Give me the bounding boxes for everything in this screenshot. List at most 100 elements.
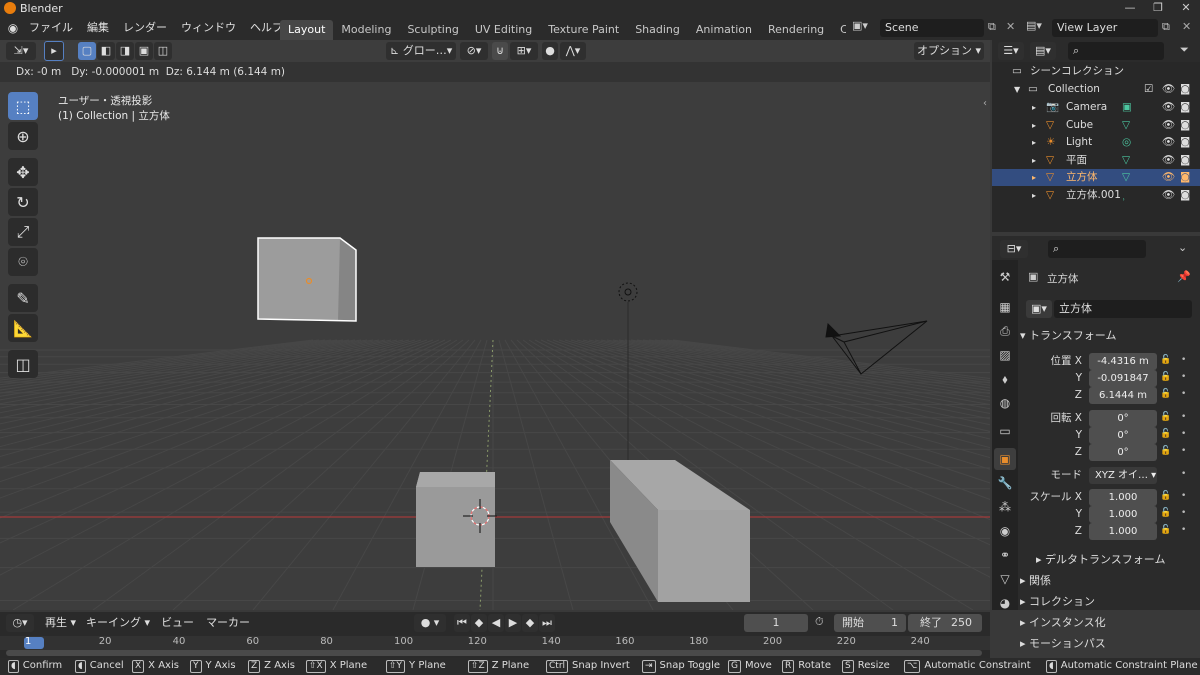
minimize-icon[interactable]: — bbox=[1116, 0, 1144, 16]
transform-panel-header[interactable]: ▾ トランスフォーム bbox=[1020, 327, 1196, 345]
tab-animation[interactable]: Animation bbox=[688, 20, 760, 40]
keyframe-dot-icon[interactable]: • bbox=[1181, 372, 1186, 382]
scene-field[interactable]: Scene bbox=[880, 19, 984, 37]
transform-orientation-dropdown[interactable]: ⊾ グロー…▾ bbox=[386, 42, 456, 60]
particles-tab-icon[interactable]: ⁂ bbox=[994, 496, 1016, 518]
tab-rendering[interactable]: Rendering bbox=[760, 20, 832, 40]
select-tool-icon[interactable]: ⬚ bbox=[8, 92, 38, 120]
object-data-icon[interactable]: ▽ bbox=[1122, 169, 1130, 186]
location-x-field[interactable]: -4.4316 m bbox=[1089, 353, 1157, 370]
world-tab-icon[interactable]: ◍ bbox=[994, 392, 1016, 414]
select-intersect-icon[interactable]: ▣ bbox=[135, 42, 153, 60]
lock-icon[interactable]: 🔓 bbox=[1160, 355, 1171, 365]
render-camera-icon[interactable]: ◙ bbox=[1180, 187, 1190, 204]
close-icon[interactable]: ✕ bbox=[1172, 0, 1200, 16]
outliner-editor-icon[interactable]: ☰▾ bbox=[998, 42, 1024, 60]
playback-menu[interactable]: 再生 ▾ bbox=[40, 612, 81, 634]
tab-sculpting[interactable]: Sculpting bbox=[399, 20, 466, 40]
physics-tab-icon[interactable]: ◉ bbox=[994, 520, 1016, 542]
proportional-edit-icon[interactable]: ● bbox=[542, 42, 558, 60]
cursor-tool-icon[interactable]: ⊕ bbox=[8, 122, 38, 150]
object-data-browse-icon[interactable]: ▣▾ bbox=[1026, 300, 1052, 318]
lock-icon[interactable]: 🔓 bbox=[1160, 412, 1171, 422]
falloff-icon[interactable]: ⋀▾ bbox=[560, 42, 586, 60]
render-camera-icon[interactable]: ◙ bbox=[1180, 99, 1190, 116]
lock-icon[interactable]: 🔓 bbox=[1160, 389, 1171, 399]
sidebar-toggle-icon[interactable]: ‹ bbox=[983, 98, 987, 109]
timeline-editor-icon[interactable]: ◷▾ bbox=[6, 614, 34, 632]
expand-arrow-icon[interactable]: ▸ bbox=[1032, 99, 1036, 116]
remove-scene-icon[interactable]: ✕ bbox=[1006, 20, 1015, 33]
keyframe-dot-icon[interactable]: • bbox=[1181, 389, 1186, 399]
keyframe-dot-icon[interactable]: • bbox=[1181, 525, 1186, 535]
tool-tab-icon[interactable]: ⚒ bbox=[994, 266, 1016, 288]
keyframe-dot-icon[interactable]: • bbox=[1181, 355, 1186, 365]
scene-collection-row[interactable]: ▭ シーンコレクション bbox=[992, 63, 1200, 80]
render-camera-icon[interactable]: ◙ bbox=[1180, 169, 1190, 186]
maximize-icon[interactable]: ❐ bbox=[1144, 0, 1172, 16]
exclude-checkbox-icon[interactable]: ☑ bbox=[1144, 81, 1153, 98]
jump-start-icon[interactable]: ⏮ bbox=[454, 614, 470, 632]
snap-target-icon[interactable]: ⊞▾ bbox=[510, 42, 538, 60]
prev-keyframe-icon[interactable]: ◆ bbox=[471, 614, 487, 632]
tab-shading[interactable]: Shading bbox=[627, 20, 688, 40]
visibility-eye-icon[interactable]: 👁 bbox=[1162, 99, 1175, 116]
scale-tool-icon[interactable]: ⤢ bbox=[8, 218, 38, 246]
editor-type-icon[interactable]: ⇲▾ bbox=[6, 42, 36, 60]
keyframe-dot-icon[interactable]: • bbox=[1181, 469, 1186, 479]
collection-tab-icon[interactable]: ▭ bbox=[994, 420, 1016, 442]
visibility-eye-icon[interactable]: 👁 bbox=[1162, 81, 1175, 98]
object-data-icon[interactable]: ⸒ bbox=[1122, 187, 1125, 204]
object-data-icon[interactable]: ▣ bbox=[1122, 99, 1132, 116]
modifier-tab-icon[interactable]: 🔧 bbox=[994, 472, 1016, 494]
menu-file[interactable]: ファイル bbox=[22, 17, 80, 39]
lock-icon[interactable]: 🔓 bbox=[1160, 491, 1171, 501]
current-frame-field[interactable]: 1 bbox=[744, 614, 808, 632]
motion-paths-panel-header[interactable]: ▸ モーションパス bbox=[1020, 635, 1196, 653]
keyframe-dot-icon[interactable]: • bbox=[1181, 508, 1186, 518]
menu-edit[interactable]: 編集 bbox=[80, 17, 116, 39]
expand-arrow-icon[interactable]: ▸ bbox=[1032, 152, 1036, 169]
render-camera-icon[interactable]: ◙ bbox=[1180, 152, 1190, 169]
next-keyframe-icon[interactable]: ◆ bbox=[522, 614, 538, 632]
outliner-item-4[interactable]: ▸ ▽ 立方体 ▽ 👁 ◙ bbox=[992, 169, 1200, 186]
rotation-y-field[interactable]: 0° bbox=[1089, 427, 1157, 444]
collections-panel-header[interactable]: ▸ コレクション bbox=[1020, 593, 1196, 611]
measure-tool-icon[interactable]: 📐 bbox=[8, 314, 38, 342]
end-frame-field[interactable]: 終了 250 bbox=[908, 614, 982, 632]
relations-panel-header[interactable]: ▸ 関係 bbox=[1020, 572, 1196, 590]
data-tab-icon[interactable]: ▽ bbox=[994, 568, 1016, 590]
rotation-x-field[interactable]: 0° bbox=[1089, 410, 1157, 427]
display-mode-icon[interactable]: ▤▾ bbox=[1030, 42, 1056, 60]
outliner-item-5[interactable]: ▸ ▽ 立方体.001 ⸒ 👁 ◙ bbox=[992, 187, 1200, 204]
outliner-item-0[interactable]: ▸ 📷 Camera ▣ 👁 ◙ bbox=[992, 99, 1200, 116]
move-tool-icon[interactable]: ✥ bbox=[8, 158, 38, 186]
outliner-item-2[interactable]: ▸ ☀ Light ◎ 👁 ◙ bbox=[992, 134, 1200, 151]
remove-view-layer-icon[interactable]: ✕ bbox=[1182, 20, 1191, 33]
start-frame-field[interactable]: 開始 1 bbox=[834, 614, 906, 632]
properties-editor-icon[interactable]: ⊟▾ bbox=[1000, 240, 1028, 258]
preview-range-icon[interactable]: ⏱ bbox=[815, 615, 824, 629]
transform-tool-icon[interactable]: ⌾ bbox=[8, 248, 38, 276]
expand-arrow-icon[interactable]: ▼ bbox=[1014, 81, 1020, 98]
view-layer-selector-icon[interactable]: ▤▾ bbox=[1026, 19, 1042, 32]
scale-y-field[interactable]: 1.000 bbox=[1089, 506, 1157, 523]
select-new-icon[interactable]: ▢ bbox=[78, 42, 96, 60]
material-tab-icon[interactable]: ◕ bbox=[994, 592, 1016, 610]
rotation-mode-dropdown[interactable]: XYZ オイ… ▾ bbox=[1089, 467, 1157, 484]
3d-viewport[interactable]: ⇲▾ ▸ ▢ ◧ ◨ ▣ ◫ ⊾ グロー…▾ ⊘▾ ⊍ ⊞▾ ● ⋀▾ オプショ… bbox=[0, 40, 990, 610]
menu-window[interactable]: ウィンドウ bbox=[174, 17, 243, 39]
tab-layout[interactable]: Layout bbox=[280, 19, 334, 40]
scale-x-field[interactable]: 1.000 bbox=[1089, 489, 1157, 506]
visibility-eye-icon[interactable]: 👁 bbox=[1162, 169, 1175, 186]
expand-arrow-icon[interactable]: ▸ bbox=[1032, 134, 1036, 151]
select-subtract-icon[interactable]: ◨ bbox=[116, 42, 134, 60]
visibility-eye-icon[interactable]: 👁 bbox=[1162, 187, 1175, 204]
properties-options-icon[interactable]: ⌄ bbox=[1178, 241, 1187, 254]
instancing-panel-header[interactable]: ▸ インスタンス化 bbox=[1020, 614, 1196, 632]
lock-icon[interactable]: 🔓 bbox=[1160, 429, 1171, 439]
select-box-tool-icon[interactable]: ▸ bbox=[44, 41, 64, 61]
location-z-field[interactable]: 6.1444 m bbox=[1089, 387, 1157, 404]
lock-icon[interactable]: 🔓 bbox=[1160, 525, 1171, 535]
expand-arrow-icon[interactable]: ▸ bbox=[1032, 187, 1036, 204]
